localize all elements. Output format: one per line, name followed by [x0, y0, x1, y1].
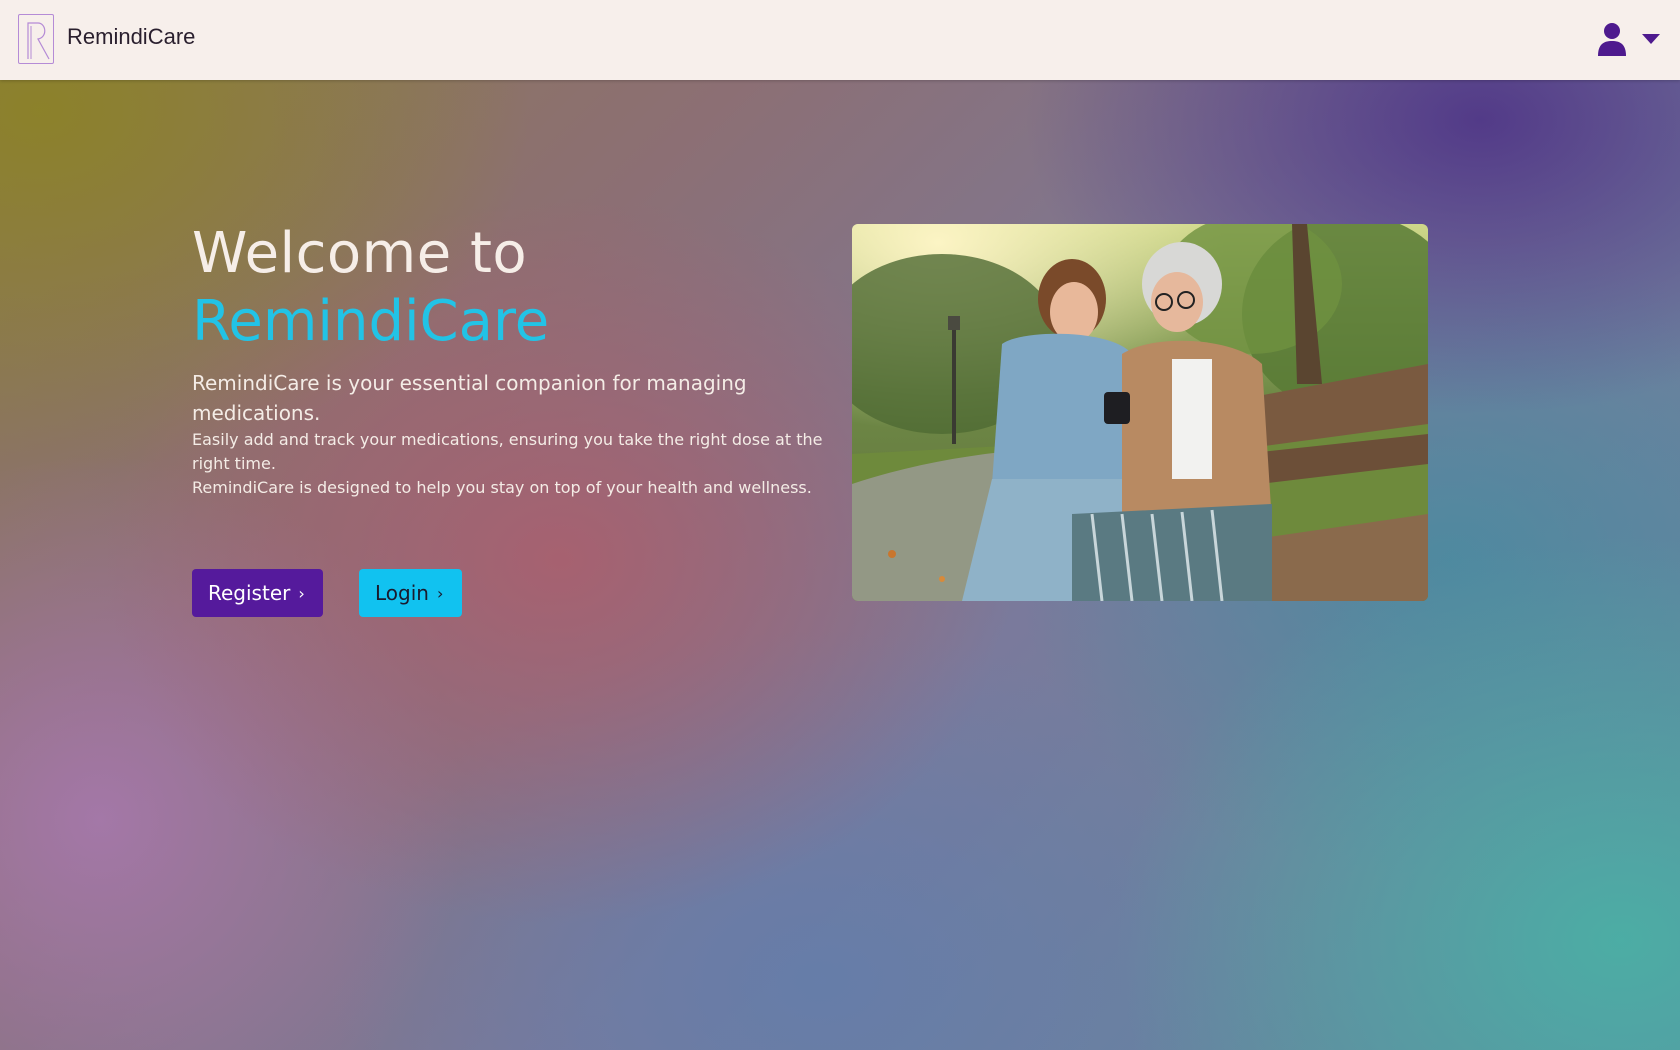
register-button[interactable]: Register ›: [192, 569, 323, 617]
welcome-heading: Welcome to: [192, 221, 528, 286]
chevron-right-icon: ›: [436, 583, 444, 603]
chevron-right-icon: ›: [298, 583, 305, 603]
brand-name[interactable]: RemindiCare: [67, 24, 195, 50]
login-label: Login: [375, 581, 429, 605]
user-icon: [1598, 23, 1626, 56]
hero-photo: [852, 224, 1428, 601]
login-button[interactable]: Login ›: [359, 569, 462, 617]
lead-text: RemindiCare is your essential companion …: [192, 371, 747, 425]
top-navbar: RemindiCare: [0, 0, 1680, 80]
hero-photo-illustration: [852, 224, 1428, 601]
detail-text-2: RemindiCare is designed to help you stay…: [192, 478, 812, 497]
user-menu-dropdown[interactable]: [1590, 18, 1666, 62]
caret-down-icon: [1642, 34, 1660, 44]
logo-icon[interactable]: [18, 14, 54, 64]
hero-text: Welcome to RemindiCare RemindiCare is yo…: [192, 220, 832, 500]
brand-heading: RemindiCare: [192, 289, 550, 354]
detail-text-1: Easily add and track your medications, e…: [192, 430, 823, 473]
gradient-background: [0, 0, 1680, 1050]
register-label: Register: [208, 581, 291, 605]
